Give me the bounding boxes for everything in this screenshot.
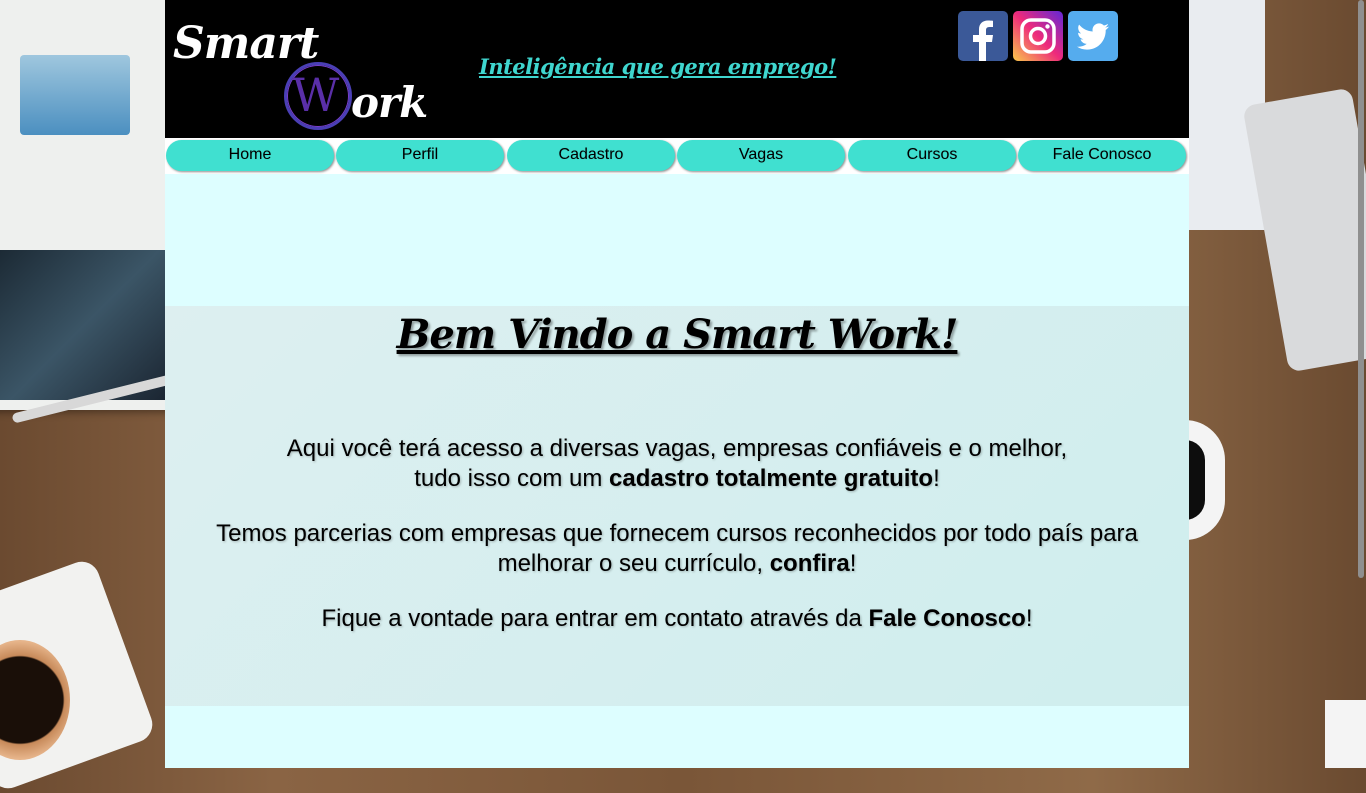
- partners-paragraph: Temos parcerias com empresas que fornece…: [165, 519, 1189, 579]
- intro-line-1: Aqui você terá acesso a diversas vagas, …: [286, 435, 1068, 462]
- nav-cursos[interactable]: Cursos: [848, 140, 1016, 171]
- contact-paragraph: Fique a vontade para entrar em contato a…: [165, 604, 1189, 634]
- site-tagline[interactable]: Inteligência que gera emprego!: [479, 54, 837, 79]
- logo-ork-text: ork: [351, 78, 428, 127]
- partners-line-2-text: melhorar o seu currículo,: [497, 550, 770, 577]
- intro-line-2-text: tudo isso com um: [414, 465, 610, 492]
- partners-line-2-end: !: [849, 550, 857, 577]
- partners-highlight: confira: [769, 550, 850, 577]
- welcome-title: Bem Vindo a Smart Work!: [396, 311, 959, 358]
- instagram-link[interactable]: [1013, 11, 1063, 61]
- main-nav: Home Perfil Cadastro Vagas Cursos Fale C…: [165, 138, 1189, 174]
- partners-line-2: melhorar o seu currículo, confira!: [165, 549, 1189, 579]
- page-container: Smart W ork Inteligência que gera empreg…: [165, 0, 1189, 768]
- contact-end: !: [1025, 605, 1033, 632]
- page-scrollbar[interactable]: [1356, 0, 1366, 768]
- background-laptop: [1242, 87, 1366, 373]
- logo-smart-text: Smart: [173, 18, 319, 69]
- contact-highlight: Fale Conosco: [868, 605, 1026, 632]
- background-tablet: [0, 250, 170, 400]
- logo-w-letter: W: [292, 68, 340, 122]
- nav-vagas[interactable]: Vagas: [677, 140, 845, 171]
- site-header: Smart W ork Inteligência que gera empreg…: [165, 0, 1189, 138]
- scrollbar-thumb[interactable]: [1358, 0, 1364, 578]
- nav-cadastro[interactable]: Cadastro: [507, 140, 675, 171]
- nav-home[interactable]: Home: [166, 140, 334, 171]
- welcome-section: Bem Vindo a Smart Work! Aqui você terá a…: [165, 306, 1189, 706]
- intro-highlight: cadastro totalmente gratuito: [609, 465, 934, 492]
- facebook-icon: [973, 20, 993, 61]
- partners-line-1: Temos parcerias com empresas que fornece…: [216, 520, 1138, 547]
- contact-text: Fique a vontade para entrar em contato a…: [321, 605, 869, 632]
- intro-line-2-end: !: [933, 465, 940, 492]
- nav-fale-conosco[interactable]: Fale Conosco: [1018, 140, 1186, 171]
- twitter-icon: [1076, 23, 1109, 50]
- instagram-icon: [1020, 18, 1056, 54]
- nav-perfil[interactable]: Perfil: [336, 140, 504, 171]
- intro-line-2: tudo isso com um cadastro totalmente gra…: [165, 464, 1189, 494]
- facebook-link[interactable]: [958, 11, 1008, 61]
- intro-paragraph: Aqui você terá acesso a diversas vagas, …: [165, 434, 1189, 494]
- twitter-link[interactable]: [1068, 11, 1118, 61]
- background-photo: [20, 55, 130, 135]
